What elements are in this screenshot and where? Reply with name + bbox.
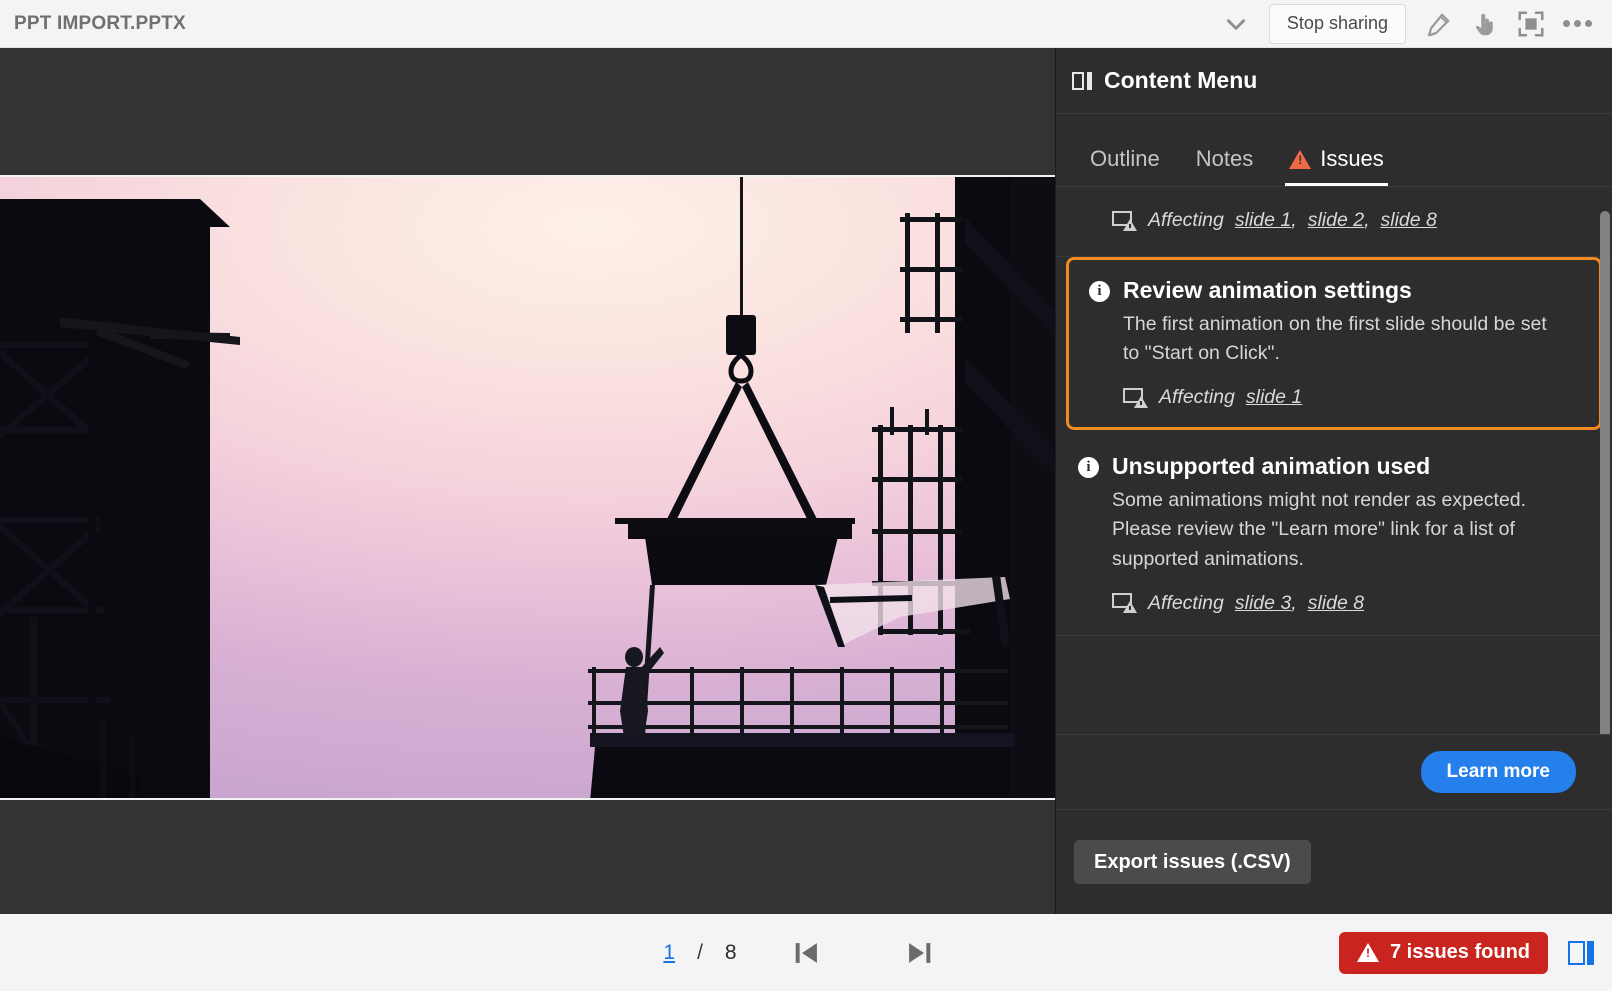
affecting-slide-link[interactable]: slide 2 [1308,209,1364,231]
total-pages: 8 [724,940,737,964]
top-toolbar: PPT IMPORT.PPTX Stop sharing [0,0,1612,48]
learn-more-button[interactable]: Learn more [1420,751,1576,793]
top-toolbar-actions: Stop sharing [1213,3,1612,44]
export-row: Export issues (.CSV) [1056,810,1612,914]
info-icon: i [1078,457,1099,479]
issue-card[interactable]: Affecting slide 1, slide 2, slide 8 [1056,187,1612,257]
panel-layout-icon [1568,940,1594,965]
affecting-comma: , [1291,591,1297,614]
slide-warning-icon [1112,210,1137,231]
panel-tabs: Outline Notes Issues [1056,114,1612,186]
tab-issues[interactable]: Issues [1271,146,1402,186]
affecting-row: Affecting slide 1, slide 2, slide 8 [1112,209,1582,232]
page-separator: / [697,940,703,964]
export-issues-button[interactable]: Export issues (.CSV) [1074,840,1311,884]
affecting-comma: , [1291,209,1297,231]
bottom-toolbar: 1 / 8 7 issues found [0,914,1612,991]
document-title: PPT IMPORT.PPTX [14,12,186,34]
slide-warning-icon [1123,387,1148,408]
toggle-panel-icon[interactable] [1564,938,1598,968]
issue-title: Review animation settings [1123,277,1412,303]
slide-silhouette-artwork [0,177,1078,798]
issue-description: The first animation on the first slide s… [1123,312,1547,364]
issue-header: i Review animation settings [1089,276,1579,305]
issue-card-highlighted[interactable]: i Review animation settings The first an… [1066,257,1602,431]
pencil-icon[interactable] [1416,4,1462,44]
issue-header: i Unsupported animation used [1078,452,1582,481]
chevron-down-icon[interactable] [1213,4,1259,44]
slide-warning-icon [1112,593,1137,614]
affecting-slide-link[interactable]: slide 1 [1235,209,1291,231]
affecting-label: Affecting [1148,209,1224,231]
more-options-icon[interactable] [1554,4,1600,44]
issue-description: Some animations might not render as expe… [1112,489,1527,570]
slide-image[interactable] [0,175,1080,800]
affecting-slide-link[interactable]: slide 8 [1380,209,1436,231]
affecting-row: Affecting slide 1 [1123,386,1579,409]
issue-title: Unsupported animation used [1112,453,1431,480]
content-menu-header: Content Menu [1056,48,1612,114]
stop-sharing-button[interactable]: Stop sharing [1268,3,1406,44]
warning-triangle-icon [1356,943,1379,962]
warning-triangle-icon [1289,149,1312,169]
affecting-slide-link[interactable]: slide 1 [1246,386,1302,409]
tab-notes[interactable]: Notes [1178,146,1271,186]
tab-outline-label: Outline [1090,146,1160,171]
issues-list-scroll-area[interactable]: Affecting slide 1, slide 2, slide 8 i Re… [1056,186,1612,734]
issue-card[interactable]: i Unsupported animation used Some animat… [1056,430,1612,636]
tab-issues-label: Issues [1320,146,1384,171]
tab-outline[interactable]: Outline [1072,146,1178,186]
content-menu-panel: Content Menu Outline Notes Issues [1055,48,1612,914]
affecting-slide-link[interactable]: slide 8 [1308,592,1364,614]
affecting-slide-link[interactable]: slide 3 [1235,592,1291,614]
current-page-link[interactable]: 1 [663,941,675,965]
fullscreen-icon[interactable] [1508,4,1554,44]
previous-slide-icon[interactable] [777,929,837,977]
affecting-row: Affecting slide 3, slide 8 [1112,592,1582,615]
issues-scrollbar[interactable] [1600,211,1610,734]
learn-more-row: Learn more [1056,734,1612,810]
hand-pointer-icon[interactable] [1462,4,1508,44]
issues-list: Affecting slide 1, slide 2, slide 8 i Re… [1056,187,1612,636]
affecting-label: Affecting [1148,591,1224,614]
info-icon: i [1089,281,1110,302]
panel-layout-icon [1072,71,1092,90]
tab-notes-label: Notes [1195,146,1254,171]
next-slide-icon[interactable] [889,929,949,977]
content-menu-title: Content Menu [1104,67,1258,93]
affecting-label: Affecting [1159,386,1235,409]
affecting-comma: , [1364,209,1370,231]
presentation-viewer: PPT IMPORT.PPTX Stop sharing Content Men… [0,0,1612,991]
